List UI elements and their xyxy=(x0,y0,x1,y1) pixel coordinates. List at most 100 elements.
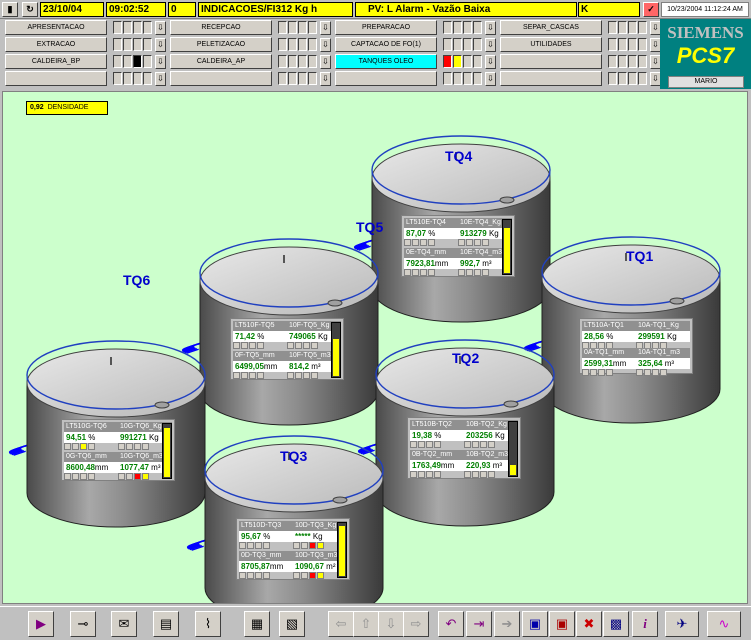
forward-icon[interactable]: ➔ xyxy=(494,611,520,637)
alarm-horn-button[interactable]: ✓ xyxy=(643,2,659,17)
tq6-vol-unit: m³ xyxy=(151,463,161,472)
nav-caldeira-ap-down-icon[interactable]: ⇩ xyxy=(320,55,331,69)
nav-tanques-oleo-button[interactable]: TANQUES OLEO xyxy=(335,54,437,69)
picture-cancel-icon[interactable]: ✖ xyxy=(576,611,602,637)
nav-caldeira-bp-down-icon[interactable]: ⇩ xyxy=(155,55,166,69)
page-edit-icon[interactable]: ▧ xyxy=(279,611,305,637)
next-icon[interactable]: ⇥ xyxy=(466,611,492,637)
tank-tq3-panel[interactable]: LT510D-TQ3 95,67 % 10D-TQ3_Kg ***** Kg 0D-… xyxy=(236,518,350,580)
arrow-left-icon[interactable]: ⇦ xyxy=(328,611,354,637)
tq3-level-fill xyxy=(339,526,345,576)
nav-row-4: ⇩ ⇩ ⇩ ⇩ xyxy=(0,71,661,88)
arrow-up-icon[interactable]: ⇧ xyxy=(353,611,379,637)
tank-tq5-panel[interactable]: LT510F-TQ5 71,42 % 10F-TQ5_Kg 749065 Kg 0F… xyxy=(230,318,344,380)
tq2-mm-tag: 0B-TQ2_mm xyxy=(410,450,464,460)
tq6-level-value: 94,51 xyxy=(66,433,87,442)
nav-captacao-down-icon[interactable]: ⇩ xyxy=(485,38,496,52)
nav-row-2: EXTRACAO ⇩ PELETIZACAO ⇩ CAPTACAO DE FO(1)… xyxy=(0,37,661,54)
new-window-icon[interactable]: ✉ xyxy=(111,611,137,637)
tq4-hatch xyxy=(499,196,515,204)
picture-delete-icon[interactable]: ▣ xyxy=(549,611,575,637)
info-icon[interactable]: i xyxy=(632,611,658,637)
tq3-mass-value: ***** xyxy=(295,532,311,541)
nav-peletizacao-button[interactable]: PELETIZACAO xyxy=(170,37,272,52)
tank-farm-picture: 0,92 DENSIDADE TQ4 TQ5 TQ1 TQ6 TQ2 TQ3 L… xyxy=(2,91,748,604)
tq6-mass-value: 991271 xyxy=(120,433,147,442)
tq6-level-fill xyxy=(164,428,170,477)
tank-tq1-label: TQ1 xyxy=(626,248,654,264)
nav-empty-down-icon-4c[interactable]: ⇩ xyxy=(485,72,496,86)
curve-icon[interactable]: ∿ xyxy=(707,611,741,637)
brand-logo: SIEMENS PCS7 MARIO xyxy=(660,19,751,89)
tq6-mm-unit: mm xyxy=(94,463,109,472)
alarm-tag: INDICACOES/FI312 Kg h xyxy=(198,2,353,17)
tq5-vent xyxy=(283,255,285,263)
tq6-hatch xyxy=(154,401,170,409)
picture-exit-icon[interactable]: ▩ xyxy=(603,611,629,637)
tq3-mm-value: 8705,87 xyxy=(241,562,270,571)
logged-user[interactable]: MARIO xyxy=(668,76,744,88)
system-clock: 10/23/2004 11:12:24 AM xyxy=(661,2,749,17)
tq1-mass-unit: Kg xyxy=(666,332,677,341)
tq4-mass-value: 913279 xyxy=(460,229,487,238)
tank-tq1-panel[interactable]: LT510A-TQ1 28,56 % 10A-TQ1_Kg 299591 Kg 0A… xyxy=(579,318,693,376)
tq5-vol-unit: m³ xyxy=(311,362,321,371)
nav-preparacao-down-icon[interactable]: ⇩ xyxy=(485,21,496,35)
nav-utilidades-button[interactable]: UTILIDADES xyxy=(500,37,602,52)
nav-empty-button-4b[interactable] xyxy=(170,71,272,86)
tq6-mm-value: 8600,48 xyxy=(66,463,95,472)
arrow-right-icon[interactable]: ⇨ xyxy=(403,611,429,637)
tq1-vol-value: 325,64 xyxy=(638,359,663,368)
tank-tq6-panel[interactable]: LT510G-TQ6 94,51 % 10G-TQ6_Kg 991271 Kg 0G… xyxy=(61,419,175,481)
tq2-mass-unit: Kg xyxy=(494,431,505,440)
tq4-mm-unit: mm xyxy=(434,259,449,268)
picture-icon[interactable]: ▣ xyxy=(522,611,548,637)
alarm-ack-button[interactable]: ↻ xyxy=(22,2,38,17)
airplane-icon[interactable]: ✈ xyxy=(665,611,699,637)
nav-empty-down-icon-4b[interactable]: ⇩ xyxy=(320,72,331,86)
nav-recepcao-button[interactable]: RECEPCAO xyxy=(170,20,272,35)
tq5-mass-unit: Kg xyxy=(317,332,328,341)
play-icon[interactable]: ▶ xyxy=(28,611,54,637)
tq2-mm-value: 1763,49 xyxy=(412,461,441,470)
tq2-level-unit: % xyxy=(434,431,442,440)
nav-tanques-oleo-down-icon[interactable]: ⇩ xyxy=(485,55,496,69)
tq4-mass-unit: Kg xyxy=(488,229,499,238)
nav-separ-cascas-button[interactable]: SEPAR_CASCAS xyxy=(500,20,602,35)
tq2-hatch xyxy=(503,400,519,408)
tank-tq4-panel[interactable]: LT510E-TQ4 87,07 % 10E-TQ4_Kg 913279 Kg 0E… xyxy=(401,215,515,277)
tq4-mm-tag: 0E-TQ4_mm xyxy=(404,248,458,258)
nav-empty-button-4d[interactable] xyxy=(500,71,602,86)
tq5-level-tag: LT510F-TQ5 xyxy=(233,321,287,331)
tq5-mm-unit: mm xyxy=(263,362,278,371)
tank-tq2-panel[interactable]: LT510B-TQ2 19,38 % 10B-TQ2_Kg 203256 Kg 0B… xyxy=(407,417,521,479)
nav-empty-down-icon-4a[interactable]: ⇩ xyxy=(155,72,166,86)
arrow-down-icon[interactable]: ⇩ xyxy=(378,611,404,637)
alarm-list-button[interactable]: ▮ xyxy=(2,2,18,17)
nav-peletizacao-down-icon[interactable]: ⇩ xyxy=(320,38,331,52)
tq4-mm-value: 7923,81 xyxy=(406,259,435,268)
nav-apresentacao-down-icon[interactable]: ⇩ xyxy=(155,21,166,35)
report-icon[interactable]: ▤ xyxy=(153,611,179,637)
nav-extracao-down-icon[interactable]: ⇩ xyxy=(155,38,166,52)
trend-icon[interactable]: ⌇ xyxy=(195,611,221,637)
page-icon[interactable]: ▦ xyxy=(244,611,270,637)
nav-recepcao-down-icon[interactable]: ⇩ xyxy=(320,21,331,35)
undo-icon[interactable]: ↶ xyxy=(438,611,464,637)
tq2-mass-value: 203256 xyxy=(466,431,493,440)
nav-extracao-button[interactable]: EXTRACAO xyxy=(5,37,107,52)
nav-empty-button-3[interactable] xyxy=(500,54,602,69)
tq3-mass-unit: Kg xyxy=(312,532,323,541)
alarm-priority: K xyxy=(578,2,640,17)
tq2-level-bar xyxy=(508,421,518,477)
tq6-vent xyxy=(110,357,112,365)
nav-caldeira-bp-button[interactable]: CALDEIRA_BP xyxy=(5,54,107,69)
nav-preparacao-button[interactable]: PREPARACAO xyxy=(335,20,437,35)
nav-apresentacao-button[interactable]: APRESENTACAO xyxy=(5,20,107,35)
nav-empty-button-4a[interactable] xyxy=(5,71,107,86)
nav-empty-button-4c[interactable] xyxy=(335,71,437,86)
nav-captacao-button[interactable]: CAPTACAO DE FO(1) xyxy=(335,37,437,52)
key-icon[interactable]: ⊸ xyxy=(70,611,96,637)
tq3-level-tag: LT510D-TQ3 xyxy=(239,521,293,531)
nav-caldeira-ap-button[interactable]: CALDEIRA_AP xyxy=(170,54,272,69)
